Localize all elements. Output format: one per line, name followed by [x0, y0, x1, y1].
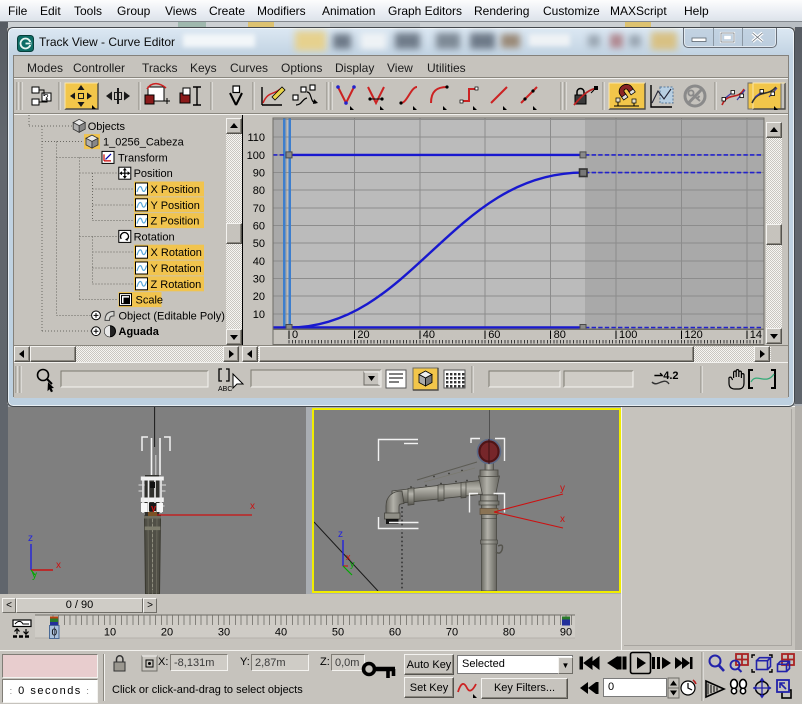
svg-text:z: z	[28, 533, 33, 544]
svg-text:x: x	[56, 560, 61, 571]
svg-text:80: 80	[253, 185, 265, 197]
svg-text:y: y	[560, 483, 565, 494]
svg-text:80: 80	[554, 329, 566, 341]
svg-text:X Position: X Position	[151, 184, 201, 196]
svg-text:Y Position: Y Position	[151, 200, 200, 212]
svg-text:40: 40	[253, 256, 265, 268]
svg-text:y: y	[151, 503, 156, 513]
svg-text:80: 80	[503, 627, 515, 639]
svg-text:90: 90	[253, 168, 265, 180]
svg-text:Rotation: Rotation	[134, 231, 175, 243]
svg-text:14: 14	[750, 329, 762, 341]
svg-text:Z Position: Z Position	[151, 216, 200, 228]
svg-text:10: 10	[253, 309, 265, 321]
svg-text:50: 50	[332, 627, 344, 639]
svg-text:40: 40	[423, 329, 435, 341]
svg-text:20: 20	[357, 329, 369, 341]
svg-text:50: 50	[253, 238, 265, 250]
svg-text:X Rotation: X Rotation	[151, 247, 202, 259]
svg-text:Position: Position	[134, 168, 173, 180]
svg-text:Transform: Transform	[118, 152, 168, 164]
svg-text:x: x	[250, 501, 255, 512]
svg-text:60: 60	[253, 221, 265, 233]
svg-text:y: y	[350, 559, 355, 569]
svg-text:40: 40	[275, 627, 287, 639]
svg-text:70: 70	[253, 203, 265, 215]
svg-text:110: 110	[247, 132, 265, 144]
svg-text:60: 60	[488, 329, 500, 341]
svg-text:Z Rotation: Z Rotation	[151, 279, 202, 291]
svg-text:20: 20	[253, 291, 265, 303]
svg-text:Aguada: Aguada	[119, 326, 160, 338]
svg-text:60: 60	[389, 627, 401, 639]
svg-text:⇀4.2: ⇀4.2	[654, 370, 679, 382]
svg-text:70: 70	[446, 627, 458, 639]
svg-text:100: 100	[619, 329, 637, 341]
svg-text:100: 100	[247, 150, 265, 162]
svg-text:120: 120	[684, 329, 702, 341]
svg-text:Y Rotation: Y Rotation	[151, 263, 202, 275]
svg-text:20: 20	[161, 627, 173, 639]
svg-text:30: 30	[218, 627, 230, 639]
svg-text:z: z	[338, 529, 343, 540]
svg-text:x: x	[560, 514, 565, 525]
svg-text:30: 30	[253, 274, 265, 286]
svg-text:Object (Editable Poly): Object (Editable Poly)	[119, 310, 225, 322]
svg-text:ABC: ABC	[218, 386, 232, 393]
svg-text:90: 90	[560, 627, 572, 639]
svg-text:Objects: Objects	[88, 121, 126, 133]
svg-text:1_0256_Cabeza: 1_0256_Cabeza	[103, 137, 185, 149]
svg-text:Scale: Scale	[136, 295, 164, 307]
svg-text:0: 0	[292, 329, 298, 341]
svg-text:10: 10	[104, 627, 116, 639]
